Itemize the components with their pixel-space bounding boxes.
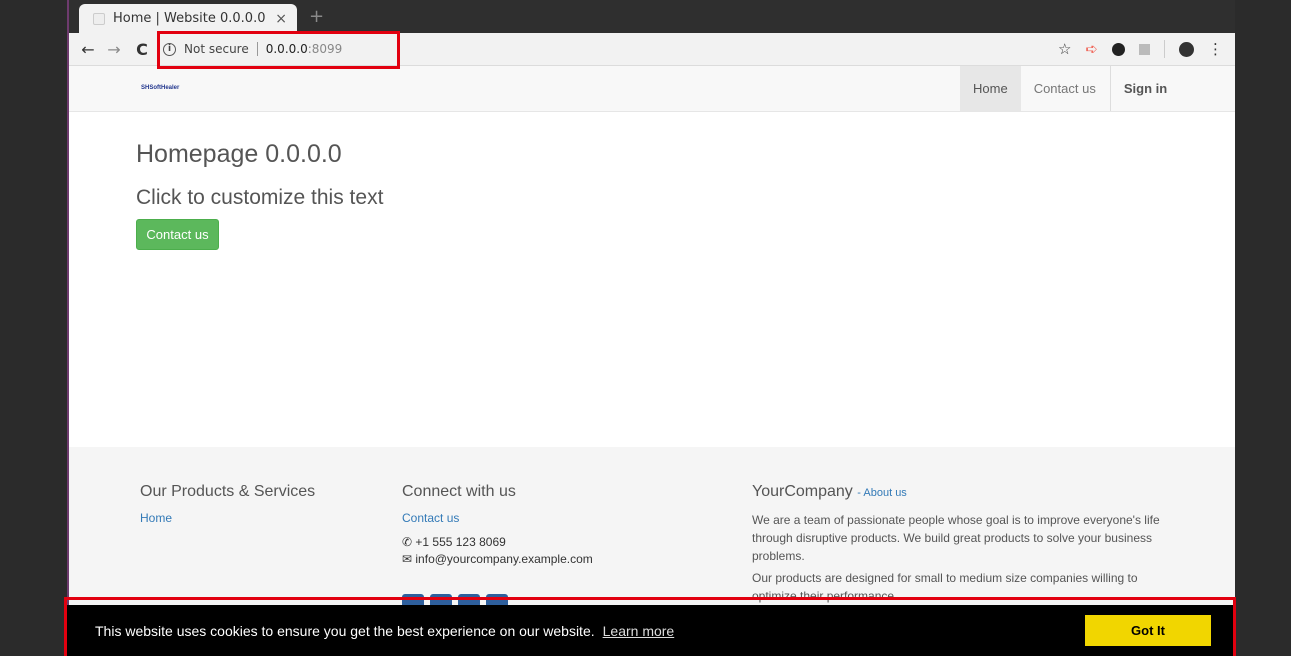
footer-connect-heading: Connect with us (402, 483, 516, 500)
browser-window: Home | Website 0.0.0.0 × + ← → C i Not s… (67, 0, 1235, 656)
footer-company-column: YourCompany - About us We are a team of … (752, 483, 1172, 605)
phone-icon: ✆ (402, 535, 416, 549)
footer-products-heading: Our Products & Services (140, 483, 316, 500)
extension-arrow-icon[interactable]: ➪ (1085, 40, 1098, 58)
email-icon: ✉ (402, 552, 416, 566)
email-address: info@yourcompany.example.com (415, 552, 593, 566)
company-name: YourCompany (752, 483, 853, 500)
page-subtitle: Click to customize this text (136, 186, 384, 209)
reload-icon[interactable]: C (131, 40, 153, 59)
back-icon[interactable]: ← (77, 40, 99, 59)
nav-contact[interactable]: Contact us (1021, 66, 1109, 111)
tab-close-icon[interactable]: × (275, 11, 287, 27)
phone-number: +1 555 123 8069 (415, 535, 506, 549)
toolbar-actions: ☆ ➪ ⋮ (1058, 40, 1235, 58)
site-logo[interactable]: SHSoftHealer (141, 85, 179, 91)
footer-contact-link[interactable]: Contact us (402, 511, 593, 525)
extension-square-icon[interactable] (1139, 43, 1150, 55)
extension-circle-icon[interactable] (1112, 42, 1125, 56)
site-header: SHSoftHealer Home Contact us Sign in (67, 66, 1235, 112)
url-highlight-box (157, 31, 400, 69)
contact-us-button[interactable]: Contact us (136, 219, 219, 250)
forward-icon[interactable]: → (103, 40, 125, 59)
tab-title: Home | Website 0.0.0.0 (113, 11, 266, 26)
nav-sign-in[interactable]: Sign in (1109, 66, 1180, 111)
new-tab-button[interactable]: + (309, 6, 324, 27)
about-us-link[interactable]: - About us (857, 487, 907, 499)
company-description: We are a team of passionate people whose… (752, 513, 1160, 563)
about-us-label[interactable]: About us (863, 487, 906, 499)
menu-kebab-icon[interactable]: ⋮ (1208, 40, 1223, 58)
footer-home-link[interactable]: Home (140, 511, 315, 525)
window-edge (67, 0, 69, 656)
profile-avatar-icon[interactable] (1179, 41, 1194, 57)
toolbar-divider (1164, 40, 1165, 58)
footer-products-column: Our Products & Services Home (140, 483, 315, 525)
nav-home[interactable]: Home (960, 66, 1021, 111)
browser-tab[interactable]: Home | Website 0.0.0.0 × (79, 4, 297, 33)
bookmark-star-icon[interactable]: ☆ (1058, 40, 1071, 58)
footer-connect-column: Connect with us Contact us ✆ +1 555 123 … (402, 483, 593, 566)
page-title: Homepage 0.0.0.0 (136, 140, 342, 168)
tab-strip: Home | Website 0.0.0.0 × + (67, 0, 1235, 33)
footer-phone: ✆ +1 555 123 8069 (402, 535, 593, 549)
page-favicon-icon (93, 12, 105, 25)
footer-email: ✉ info@yourcompany.example.com (402, 552, 593, 566)
cookie-highlight-box (64, 597, 1236, 656)
footer-company-heading: YourCompany - About us (752, 483, 1172, 501)
site-nav: Home Contact us Sign in (960, 66, 1180, 111)
